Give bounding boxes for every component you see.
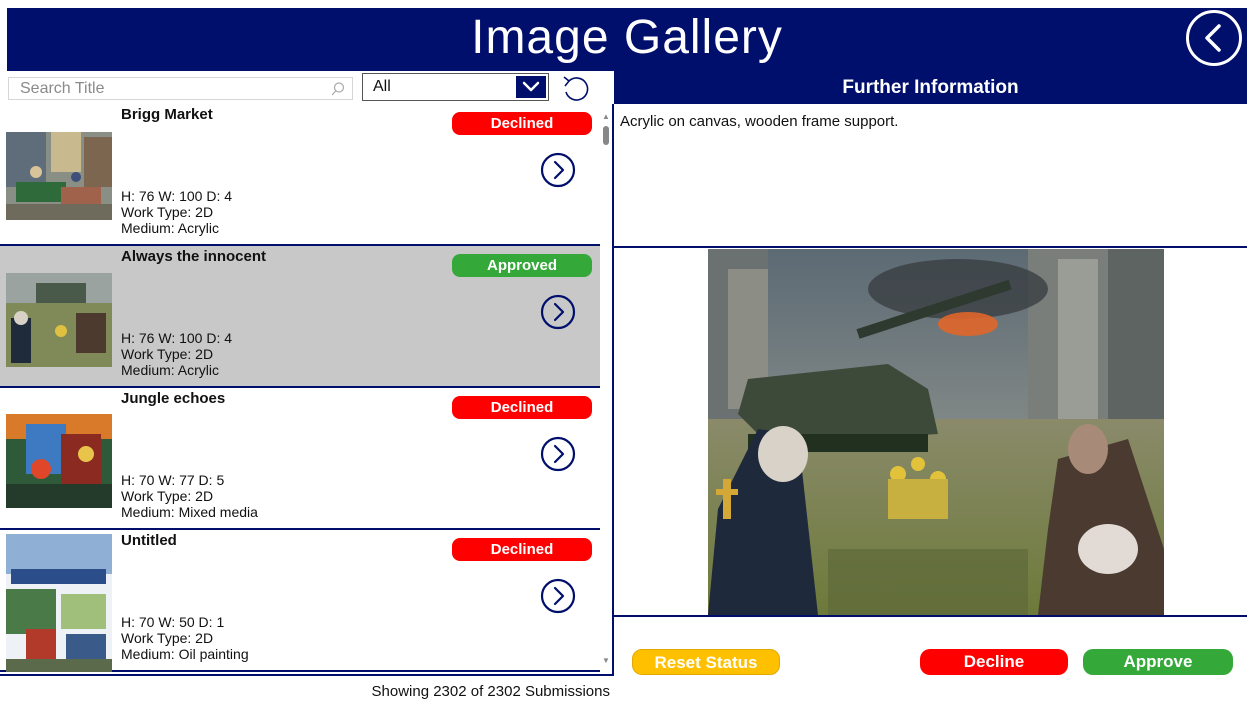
chevron-right-circle-icon[interactable] — [540, 294, 576, 330]
scroll-up-icon[interactable]: ▲ — [602, 112, 610, 121]
search-box — [8, 77, 353, 100]
gallery-toolbar: All — [0, 71, 614, 105]
status-badge: Approved — [452, 254, 592, 277]
item-details: H: 76 W: 100 D: 4 Work Type: 2D Medium: … — [121, 188, 232, 236]
artwork-thumbnail — [6, 534, 112, 672]
status-badge: Declined — [452, 112, 592, 135]
item-work-type: Work Type: 2D — [121, 488, 214, 504]
artwork-preview — [708, 249, 1164, 615]
gallery-item[interactable]: Always the innocent Approved H: 76 W: 10… — [0, 246, 600, 388]
item-title: Jungle echoes — [121, 390, 226, 407]
undo-icon[interactable] — [560, 73, 590, 103]
item-dimensions: H: 76 W: 100 D: 4 — [121, 330, 233, 346]
item-title: Untitled — [121, 532, 177, 549]
gallery-item[interactable]: Jungle echoes Declined H: 70 W: 77 D: 5 … — [0, 388, 600, 530]
item-title: Brigg Market — [121, 106, 213, 123]
search-icon[interactable] — [330, 81, 346, 97]
item-medium: Medium: Oil painting — [121, 646, 249, 662]
further-info-header: Further Information — [614, 71, 1247, 104]
artwork-thumbnail — [6, 414, 112, 508]
item-medium: Medium: Acrylic — [121, 362, 220, 378]
item-dimensions: H: 70 W: 77 D: 5 — [121, 472, 225, 488]
chevron-right-circle-icon[interactable] — [540, 578, 576, 614]
scroll-thumb[interactable] — [603, 126, 609, 145]
chevron-right-circle-icon[interactable] — [540, 152, 576, 188]
item-medium: Medium: Acrylic — [121, 220, 220, 236]
chevron-left-icon — [1205, 24, 1221, 52]
divider — [614, 246, 1247, 248]
submission-count: Showing 2302 of 2302 Submissions — [371, 683, 611, 700]
item-title: Always the innocent — [121, 248, 267, 265]
gallery-scrollbar[interactable]: ▲ ▼ — [600, 104, 612, 674]
chevron-right-circle-icon[interactable] — [540, 436, 576, 472]
gallery-item[interactable]: Brigg Market Declined H: 76 W: 100 D: 4 … — [0, 104, 600, 246]
gallery-item[interactable]: Untitled Declined H: 70 W: 50 D: 1 Work … — [0, 530, 600, 672]
item-medium: Medium: Mixed media — [121, 504, 258, 520]
artwork-thumbnail — [6, 273, 112, 367]
further-info-description: Acrylic on canvas, wooden frame support. — [620, 113, 899, 130]
status-badge: Declined — [452, 396, 592, 419]
decline-button[interactable]: Decline — [920, 649, 1068, 675]
item-work-type: Work Type: 2D — [121, 346, 214, 362]
item-work-type: Work Type: 2D — [121, 204, 214, 220]
item-dimensions: H: 70 W: 50 D: 1 — [121, 614, 225, 630]
approve-button[interactable]: Approve — [1083, 649, 1233, 675]
app-header: Image Gallery — [7, 8, 1247, 71]
item-details: H: 70 W: 77 D: 5 Work Type: 2D Medium: M… — [121, 472, 258, 520]
chevron-down-icon[interactable] — [516, 76, 546, 98]
filter-selected-value: All — [373, 78, 391, 95]
status-badge: Declined — [452, 538, 592, 561]
status-filter-dropdown[interactable]: All — [362, 73, 549, 101]
page-title: Image Gallery — [471, 11, 783, 64]
back-button[interactable] — [1186, 10, 1242, 66]
scroll-down-icon[interactable]: ▼ — [602, 656, 610, 665]
search-input[interactable] — [9, 78, 329, 99]
item-dimensions: H: 76 W: 100 D: 4 — [121, 188, 233, 204]
artwork-thumbnail — [6, 132, 112, 220]
submissions-gallery[interactable]: Brigg Market Declined H: 76 W: 100 D: 4 … — [0, 104, 614, 676]
item-details: H: 76 W: 100 D: 4 Work Type: 2D Medium: … — [121, 330, 232, 378]
item-details: H: 70 W: 50 D: 1 Work Type: 2D Medium: O… — [121, 614, 249, 662]
divider — [614, 615, 1247, 617]
item-work-type: Work Type: 2D — [121, 630, 214, 646]
reset-status-button[interactable]: Reset Status — [632, 649, 780, 675]
